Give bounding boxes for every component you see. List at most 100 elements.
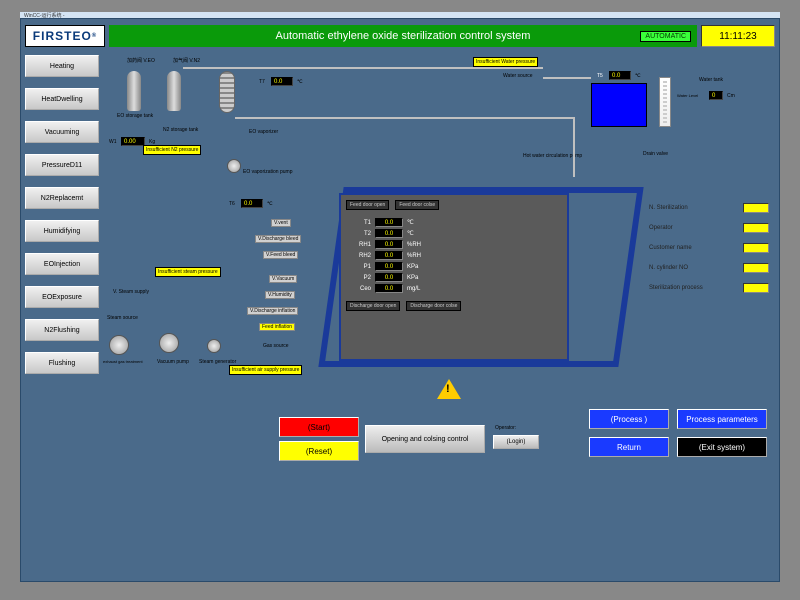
v-vacuum-label: V.Vacuum xyxy=(269,275,297,283)
eo-tank-icon xyxy=(127,71,141,111)
vacuum-pump-label: Vacuum pump xyxy=(157,359,189,365)
drain-valve-label: Drain valve xyxy=(643,151,668,157)
sidebar: Heating HeatDwelling Vacuuming PressureD… xyxy=(25,55,99,374)
water-tank-icon xyxy=(591,83,647,127)
exit-system-button[interactable]: (Exit system) xyxy=(677,437,767,457)
v-vent-label: V.vent xyxy=(271,219,291,227)
rp-cylinder-label: N. cylinder NO xyxy=(649,265,688,271)
water-source-label: Water source xyxy=(503,73,533,79)
rp-customer-value xyxy=(743,243,769,253)
rp-process-label: Sterilization process xyxy=(649,285,703,291)
pipe xyxy=(235,117,575,119)
w1-value: 0.00 xyxy=(121,137,145,146)
t5-value: 0.0 xyxy=(609,71,631,80)
rp-customer-label: Customer name xyxy=(649,245,692,251)
chamber-param-row: P10.0KPa xyxy=(349,261,559,272)
sidebar-n2flushing[interactable]: N2Flushing xyxy=(25,319,99,341)
chamber-param-row: RH20.0%RH xyxy=(349,250,559,261)
chamber-param-row: T20.0℃ xyxy=(349,228,559,239)
discharge-door-open-button[interactable]: Discharge door open xyxy=(346,301,400,311)
v-discharge-bleed-label: V.Discharge bleed xyxy=(255,235,301,243)
operator-label: Operator: xyxy=(495,425,516,431)
sidebar-pressured11[interactable]: PressureD11 xyxy=(25,154,99,176)
t6-label: T6 xyxy=(229,201,235,207)
n2-tank-label: N2 storage tank xyxy=(163,127,198,133)
callout-water-pressure: Insufficient Water pressure xyxy=(473,57,538,67)
chamber-param-row: RH10.0%RH xyxy=(349,239,559,250)
eo-valve-label: 加药阀 V.EO xyxy=(127,57,155,64)
rp-operator-value xyxy=(743,223,769,233)
vacuum-pump-icon xyxy=(159,333,179,353)
return-button[interactable]: Return xyxy=(589,437,669,457)
sidebar-eoinjection[interactable]: EOInjection xyxy=(25,253,99,275)
n2-valve-label: 加气阀 V.N2 xyxy=(173,57,200,64)
water-level-label: Water Level xyxy=(677,93,698,98)
t7-unit: ℃ xyxy=(297,79,303,85)
sidebar-heatdwelling[interactable]: HeatDwelling xyxy=(25,88,99,110)
sidebar-n2replacemt[interactable]: N2Replacemt xyxy=(25,187,99,209)
t5-label: T5 xyxy=(597,73,603,79)
logo: FIRSTEO® xyxy=(25,25,105,47)
t6-unit: ℃ xyxy=(267,201,273,207)
steam-gen-icon xyxy=(207,339,221,353)
opening-closing-button[interactable]: Opening and colsing control xyxy=(365,425,485,453)
rp-sterilization-value xyxy=(743,203,769,213)
sidebar-humidifying[interactable]: Humidifying xyxy=(25,220,99,242)
chamber-param-row: Ceo0.0mg/L xyxy=(349,283,559,294)
vaporizer-icon xyxy=(219,71,235,113)
page-title: Automatic ethylene oxide sterilization c… xyxy=(109,25,697,47)
callout-steam-pressure: Insufficient steam pressure xyxy=(155,267,221,277)
sidebar-flushing[interactable]: Flushing xyxy=(25,352,99,374)
header: FIRSTEO® Automatic ethylene oxide steril… xyxy=(25,23,775,49)
sidebar-vacuuming[interactable]: Vacuuming xyxy=(25,121,99,143)
v-feed-bleed-label: V.Feed bleed xyxy=(263,251,298,259)
steam-source-label: Steam source xyxy=(107,315,138,321)
vaporizer-label: EO vaporizer xyxy=(249,129,278,135)
clock: 11:11:23 xyxy=(701,25,775,47)
steam-supply-label: V. Steam supply xyxy=(113,289,149,295)
pipe xyxy=(573,117,575,177)
water-gauge-icon xyxy=(659,77,671,127)
vap-pump-icon xyxy=(227,159,241,173)
reset-button[interactable]: (Reset) xyxy=(279,441,359,461)
pipe xyxy=(543,77,591,79)
eo-tank-label: EO storage tank xyxy=(117,113,153,119)
t6-value: 0.0 xyxy=(241,199,263,208)
rp-sterilization-label: N. Sterilization xyxy=(649,205,688,211)
feed-door-close-button[interactable]: Feed door colse xyxy=(395,200,439,210)
start-button[interactable]: (Start) xyxy=(279,417,359,437)
sidebar-heating[interactable]: Heating xyxy=(25,55,99,77)
chamber: Feed door open Feed door colse T10.0℃T20… xyxy=(339,193,569,361)
t5-unit: ℃ xyxy=(635,73,641,79)
cm-label: Cm xyxy=(727,93,735,99)
login-button[interactable]: (Login) xyxy=(493,435,539,449)
main-frame: FIRSTEO® Automatic ethylene oxide steril… xyxy=(20,18,780,582)
process-parameters-button[interactable]: Process parameters xyxy=(677,409,767,429)
sidebar-eoexposure[interactable]: EOExposure xyxy=(25,286,99,308)
process-button[interactable]: (Process ) xyxy=(589,409,669,429)
process-diagram: 加药阀 V.EO 加气阀 V.N2 EO storage tank N2 sto… xyxy=(103,53,775,577)
w1-label: W1 xyxy=(109,139,117,145)
t7-value: 0.0 xyxy=(271,77,293,86)
gas-source-label: Gas source xyxy=(263,343,289,349)
vap-pump-label: EO vaporization pump xyxy=(243,169,292,175)
callout-n2-pressure: Insufficient N2 pressure xyxy=(143,145,201,155)
v-humidity-label: V.Humidity xyxy=(265,291,295,299)
n2-tank-icon xyxy=(167,71,181,111)
right-panel: N. Sterilization Operator Customer name … xyxy=(649,203,769,293)
rp-operator-label: Operator xyxy=(649,225,673,231)
feed-inflation-label: Feed inflation xyxy=(259,323,295,331)
water-tank-label: Water tank xyxy=(699,77,723,83)
exhaust-treatment-icon xyxy=(109,335,129,355)
mode-badge: AUTOMATIC xyxy=(640,31,691,42)
feed-door-open-button[interactable]: Feed door open xyxy=(346,200,389,210)
exhaust-label: exhaust gas treatment xyxy=(103,359,143,364)
rp-process-value xyxy=(743,283,769,293)
pipe xyxy=(183,67,543,69)
t7-label: T7 xyxy=(259,79,265,85)
v-discharge-inflation-label: V.Discharge inflation xyxy=(247,307,298,315)
discharge-door-close-button[interactable]: Discharge door colse xyxy=(406,301,461,311)
callout-air-supply: Insufficient air supply pressure xyxy=(229,365,302,375)
chamber-param-row: T10.0℃ xyxy=(349,217,559,228)
rp-cylinder-value xyxy=(743,263,769,273)
